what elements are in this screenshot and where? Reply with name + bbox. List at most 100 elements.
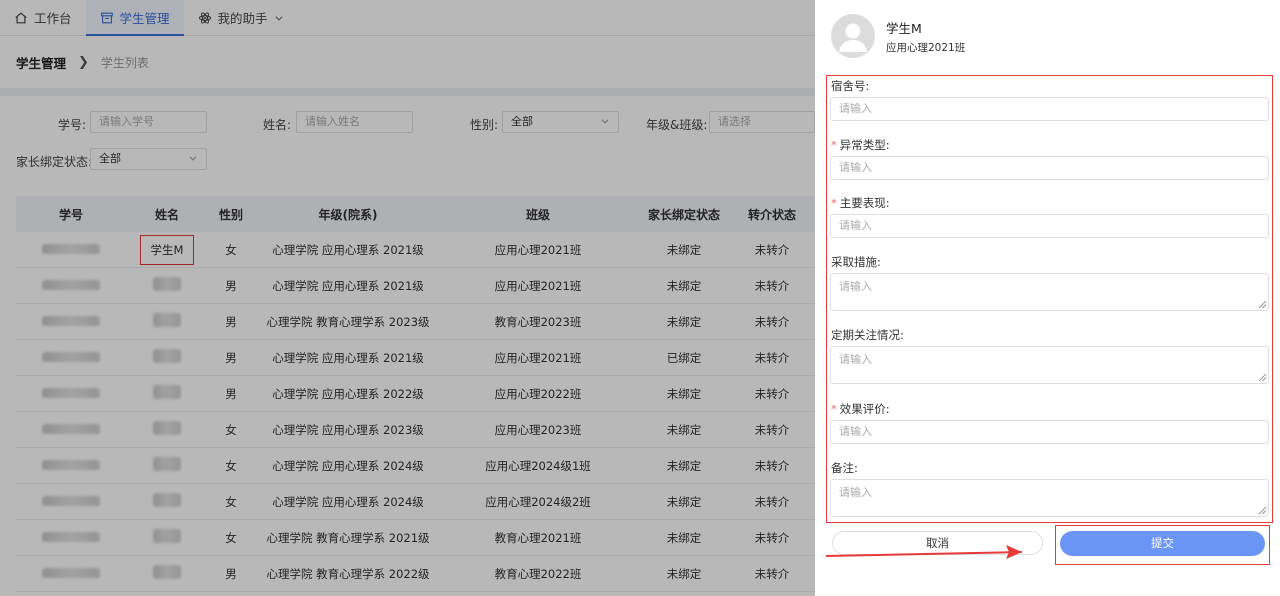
field-label: * 异常类型:	[831, 137, 890, 153]
row-grade: 心理学院 应用心理系 2023级	[272, 422, 424, 437]
redacted-name	[153, 421, 181, 435]
gender-select-value: 全部	[511, 115, 533, 128]
field-input[interactable]: 请输入	[830, 420, 1269, 444]
row-gender: 男	[225, 278, 237, 293]
tab-my-assistant[interactable]: 我的助手	[184, 0, 298, 35]
row-name[interactable]: 学生M	[151, 243, 184, 257]
table-row[interactable]: 女 心理学院 应用心理系 2024级 应用心理2024级2班 未绑定 未转介	[16, 484, 815, 520]
breadcrumb-root[interactable]: 学生管理	[16, 53, 66, 72]
table-row[interactable]: 男 心理学院 应用心理系 2021级 应用心理2021班 未绑定 未转介	[16, 268, 815, 304]
redacted-name	[153, 277, 181, 291]
row-name-cell	[126, 565, 208, 582]
row-gender: 男	[225, 386, 237, 401]
student-class: 应用心理2021班	[886, 42, 966, 54]
cancel-button[interactable]: 取消	[832, 531, 1043, 555]
field-textarea[interactable]: 请输入	[830, 273, 1269, 311]
field-label: 定期关注情况:	[831, 327, 904, 343]
home-icon	[15, 11, 27, 23]
row-referral: 未转介	[754, 566, 790, 581]
table-row[interactable]: 女 心理学院 应用心理系 2023级 应用心理2023班 未绑定 未转介	[16, 412, 815, 448]
table-row[interactable]: 男 心理学院 教育心理学系 2023级 教育心理2023班 未绑定 未转介	[16, 304, 815, 340]
tab-workbench[interactable]: 工作台	[0, 0, 86, 35]
row-gender: 女	[225, 530, 237, 545]
row-parent-bind: 未绑定	[666, 242, 702, 257]
chevron-down-icon	[189, 156, 197, 161]
filter-panel: 学号: 请输入学号 姓名: 请输入姓名 性别: 全部 年级&班级: 请选择 家长…	[0, 96, 815, 192]
header-referral: 转介状态	[747, 207, 796, 222]
field-input[interactable]: 请输入	[830, 214, 1269, 238]
redacted-student-id	[42, 387, 100, 398]
grade-class-select[interactable]: 请选择	[709, 111, 815, 133]
row-class: 应用心理2021班	[494, 278, 582, 293]
redacted-student-id	[42, 351, 100, 362]
row-parent-bind: 已绑定	[666, 350, 702, 365]
row-referral: 未转介	[754, 278, 790, 293]
tab-label: 学生管理	[119, 11, 170, 26]
field-textarea[interactable]: 请输入	[830, 479, 1269, 517]
field-input[interactable]: 请输入	[830, 156, 1269, 180]
row-parent-bind: 未绑定	[666, 422, 702, 437]
row-name-cell	[126, 385, 208, 402]
row-grade: 心理学院 应用心理系 2024级	[272, 494, 424, 509]
field-label: 备注:	[831, 460, 858, 476]
redacted-student-id	[42, 315, 100, 326]
field-label-text: 宿舍号:	[831, 79, 870, 93]
field-label-text: 主要表现:	[839, 196, 890, 210]
gender-select[interactable]: 全部	[502, 111, 619, 133]
row-class: 应用心理2021班	[494, 242, 582, 257]
divider	[0, 88, 815, 96]
tab-label: 工作台	[34, 11, 72, 26]
field-label-text: 备注:	[831, 461, 858, 475]
row-parent-bind: 未绑定	[666, 494, 702, 509]
row-grade: 心理学院 教育心理学系 2023级	[266, 314, 430, 329]
row-parent-bind: 未绑定	[666, 530, 702, 545]
table-row[interactable]: 男 心理学院 教育心理学系 2022级 教育心理2022班 未绑定 未转介	[16, 556, 815, 592]
parent-bind-select[interactable]: 全部	[90, 148, 207, 170]
row-parent-bind: 未绑定	[666, 314, 702, 329]
row-class: 教育心理2022班	[494, 566, 582, 581]
header-grade: 年级(院系)	[318, 207, 378, 222]
row-student-id	[16, 423, 126, 437]
table-row[interactable]: 女 心理学院 教育心理学系 2021级 教育心理2021班 未绑定 未转介	[16, 520, 815, 556]
redacted-name	[153, 349, 181, 363]
row-name-cell	[126, 421, 208, 438]
row-student-id	[16, 495, 126, 509]
row-class: 应用心理2022班	[494, 386, 582, 401]
tab-student-management[interactable]: 学生管理	[85, 0, 184, 36]
table-body: 学生M 女心理学院 应用心理系 2021级 应用心理2021班 未绑定 未转介男心理学院…	[16, 232, 815, 592]
field-textarea[interactable]: 请输入	[830, 346, 1269, 384]
field-label: 采取措施:	[831, 254, 881, 270]
record-form: 宿舍号: 请输入 * 异常类型: 请输入 * 主要表现: 请输入 采取措施: 请输入 定期关注情况:…	[826, 75, 1273, 523]
redacted-student-id	[42, 423, 100, 434]
table-row[interactable]: 男 心理学院 应用心理系 2021级 应用心理2021班 已绑定 未转介	[16, 340, 815, 376]
row-referral: 未转介	[754, 314, 790, 329]
submit-button[interactable]: 提交	[1060, 531, 1265, 556]
row-parent-bind: 未绑定	[666, 566, 702, 581]
field-label: * 主要表现:	[831, 195, 890, 211]
redacted-name	[153, 565, 181, 579]
row-gender: 女	[225, 242, 237, 257]
redacted-student-id	[42, 531, 100, 542]
row-referral: 未转介	[754, 458, 790, 473]
row-referral: 未转介	[754, 386, 790, 401]
header-student-id: 学号	[58, 207, 83, 222]
field-input[interactable]: 请输入	[830, 97, 1269, 121]
row-class: 应用心理2024级1班	[485, 458, 591, 473]
student-id-label: 学号:	[58, 118, 87, 132]
name-input[interactable]: 请输入姓名	[296, 111, 413, 133]
row-student-id	[16, 351, 126, 365]
row-grade: 心理学院 应用心理系 2021级	[272, 350, 424, 365]
row-grade: 心理学院 应用心理系 2021级	[272, 278, 424, 293]
breadcrumb-current: 学生列表	[100, 55, 149, 70]
redacted-name	[153, 385, 181, 399]
tab-label: 我的助手	[217, 11, 268, 26]
name-label: 姓名:	[263, 118, 292, 132]
atom-icon	[198, 11, 211, 24]
table-row[interactable]: 女 心理学院 应用心理系 2024级 应用心理2024级1班 未绑定 未转介	[16, 448, 815, 484]
submit-highlight: 提交	[1055, 525, 1270, 565]
header-gender: 性别	[218, 207, 243, 222]
parent-bind-select-value: 全部	[99, 152, 121, 165]
student-id-input[interactable]: 请输入学号	[90, 111, 207, 133]
table-row[interactable]: 学生M 女 心理学院 应用心理系 2021级 应用心理2021班 未绑定 未转介	[16, 232, 815, 268]
table-row[interactable]: 男 心理学院 应用心理系 2022级 应用心理2022班 未绑定 未转介	[16, 376, 815, 412]
